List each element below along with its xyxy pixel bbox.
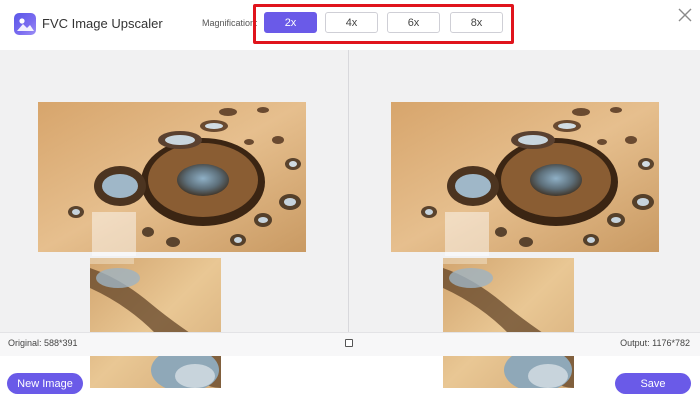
save-button[interactable]: Save (615, 373, 691, 394)
image-upscaler-logo-icon (14, 13, 36, 35)
output-image-preview (391, 102, 659, 252)
output-zoom-region-marker[interactable] (445, 212, 489, 256)
top-bar: FVC Image Upscaler Magnification: 2x 4x … (0, 0, 700, 50)
original-size-label: Original: 588*391 (8, 338, 78, 348)
panel-divider (348, 50, 349, 356)
new-image-button[interactable]: New Image (7, 373, 83, 394)
close-icon[interactable] (676, 6, 694, 24)
original-zoom-region-marker[interactable] (92, 212, 136, 256)
magnification-8x-button[interactable]: 8x (450, 12, 503, 33)
magnification-2x-button[interactable]: 2x (264, 12, 317, 33)
compare-toggle-icon[interactable] (345, 339, 353, 347)
output-size-label: Output: 1176*782 (620, 338, 690, 348)
app-title: FVC Image Upscaler (42, 16, 163, 31)
magnification-label: Magnification: (202, 18, 258, 28)
magnification-4x-button[interactable]: 4x (325, 12, 378, 33)
original-zoom-preview (90, 258, 221, 388)
original-image-preview (38, 102, 306, 252)
output-zoom-preview (443, 258, 574, 388)
magnification-6x-button[interactable]: 6x (387, 12, 440, 33)
